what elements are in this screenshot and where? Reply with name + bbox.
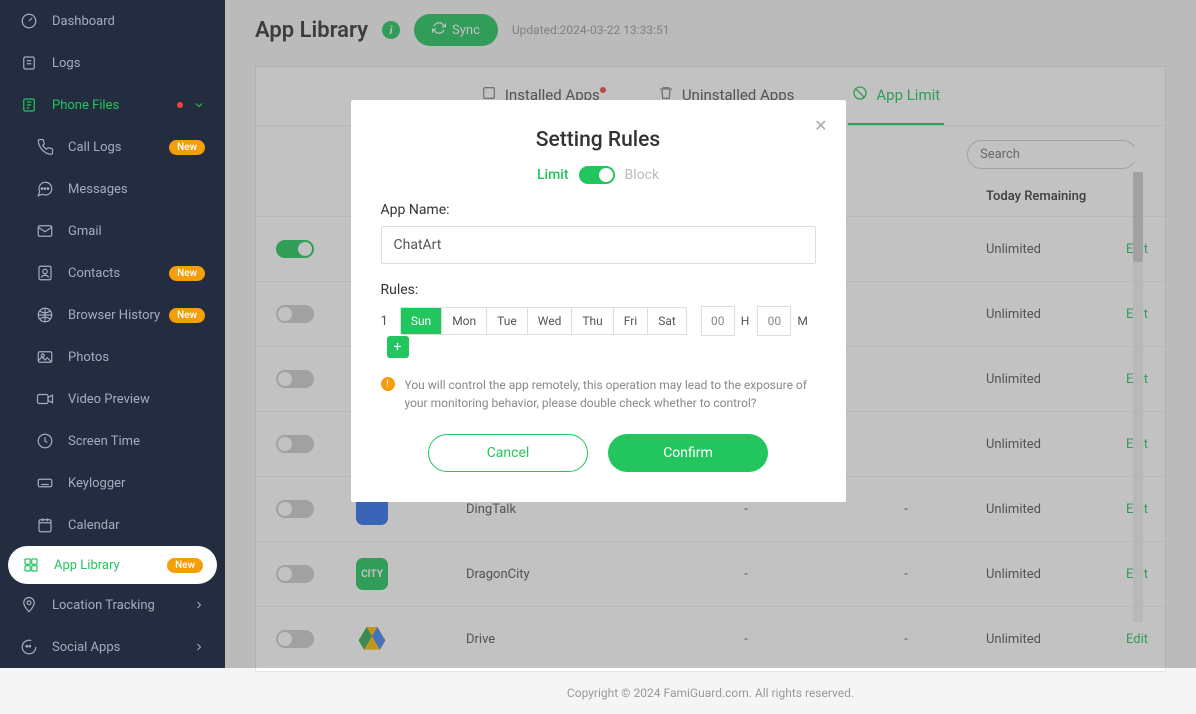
logs-icon: [20, 54, 38, 72]
day-thu[interactable]: Thu: [572, 308, 613, 334]
sidebar-item-call-logs[interactable]: Call LogsNew: [0, 126, 225, 168]
new-badge: New: [167, 558, 203, 573]
screentime-icon: [36, 432, 54, 450]
plus-icon: +: [394, 339, 402, 355]
sidebar-item-phone-files[interactable]: Phone Files: [0, 84, 225, 126]
mode-toggle-row: Limit Block: [381, 166, 816, 184]
sidebar-item-label: Photos: [68, 350, 205, 365]
sidebar-item-logs[interactable]: Logs: [0, 42, 225, 84]
sidebar: DashboardLogsPhone FilesCall LogsNewMess…: [0, 0, 225, 668]
sidebar-item-label: Messages: [68, 182, 205, 197]
sidebar-item-app-library[interactable]: App LibraryNew: [8, 546, 217, 584]
sidebar-item-screen-time[interactable]: Screen Time: [0, 420, 225, 462]
applib-icon: [22, 556, 40, 574]
new-badge: New: [169, 308, 205, 323]
sidebar-item-label: Video Preview: [68, 392, 205, 407]
setting-rules-modal: ✕ Setting Rules Limit Block App Name: Ru…: [351, 100, 846, 502]
keylogger-icon: [36, 474, 54, 492]
modal-title: Setting Rules: [381, 128, 816, 152]
messages-icon: [36, 180, 54, 198]
sidebar-item-dashboard[interactable]: Dashboard: [0, 0, 225, 42]
sidebar-item-label: Keylogger: [68, 476, 205, 491]
warning-text: You will control the app remotely, this …: [405, 376, 816, 412]
hour-input[interactable]: [701, 306, 735, 336]
day-wed[interactable]: Wed: [528, 308, 573, 334]
contacts-icon: [36, 264, 54, 282]
day-sun[interactable]: Sun: [401, 308, 442, 334]
warning-icon: !: [381, 377, 395, 391]
sidebar-item-label: Dashboard: [52, 14, 205, 29]
modal-buttons: Cancel Confirm: [381, 434, 816, 472]
minute-label: M: [797, 314, 807, 328]
location-icon: [20, 596, 38, 614]
close-button[interactable]: ✕: [814, 116, 827, 135]
rule-number: 1: [381, 314, 388, 329]
footer: Copyright © 2024 FamiGuard.com. All righ…: [255, 672, 1166, 714]
sidebar-item-gmail[interactable]: Gmail: [0, 210, 225, 252]
day-selector: SunMonTueWedThuFriSat: [400, 307, 687, 335]
minute-input[interactable]: [757, 306, 791, 336]
browser-icon: [36, 306, 54, 324]
close-icon: ✕: [814, 116, 827, 135]
day-sat[interactable]: Sat: [648, 308, 686, 334]
rules-row: 1 SunMonTueWedThuFriSat H M +: [381, 306, 816, 358]
warning-message: ! You will control the app remotely, thi…: [381, 376, 816, 412]
sidebar-item-label: Social Apps: [52, 640, 187, 655]
sidebar-item-label: Browser History: [68, 308, 169, 323]
mode-block-label: Block: [625, 167, 660, 183]
sidebar-item-browser-history[interactable]: Browser HistoryNew: [0, 294, 225, 336]
video-icon: [36, 390, 54, 408]
sidebar-item-label: Contacts: [68, 266, 169, 281]
sidebar-item-video-preview[interactable]: Video Preview: [0, 378, 225, 420]
red-dot-icon: [177, 102, 183, 108]
gmail-icon: [36, 222, 54, 240]
chevron-down-icon: [193, 99, 205, 111]
social-icon: [20, 638, 38, 656]
sidebar-item-keylogger[interactable]: Keylogger: [0, 462, 225, 504]
dashboard-icon: [20, 12, 38, 30]
sidebar-item-label: Gmail: [68, 224, 205, 239]
chevron-right-icon: [193, 599, 205, 611]
hour-label: H: [741, 314, 750, 328]
rules-label: Rules:: [381, 282, 816, 298]
sidebar-item-label: Phone Files: [52, 98, 177, 113]
day-fri[interactable]: Fri: [614, 308, 648, 334]
call-icon: [36, 138, 54, 156]
sidebar-item-label: Calendar: [68, 518, 205, 533]
sidebar-item-label: App Library: [54, 558, 167, 573]
chevron-right-icon: [193, 641, 205, 653]
sidebar-item-calendar[interactable]: Calendar: [0, 504, 225, 546]
app-name-input[interactable]: [381, 226, 816, 264]
sidebar-item-label: Location Tracking: [52, 598, 187, 613]
mode-switch[interactable]: [579, 166, 615, 184]
add-rule-button[interactable]: +: [387, 336, 409, 358]
sidebar-item-label: Call Logs: [68, 140, 169, 155]
mode-limit-label: Limit: [537, 167, 569, 183]
confirm-button[interactable]: Confirm: [608, 434, 768, 472]
app-name-label: App Name:: [381, 202, 816, 218]
day-tue[interactable]: Tue: [487, 308, 528, 334]
sidebar-item-messages[interactable]: Messages: [0, 168, 225, 210]
day-mon[interactable]: Mon: [442, 308, 487, 334]
sidebar-item-contacts[interactable]: ContactsNew: [0, 252, 225, 294]
new-badge: New: [169, 266, 205, 281]
sidebar-item-location-tracking[interactable]: Location Tracking: [0, 584, 225, 626]
sidebar-item-social-apps[interactable]: Social Apps: [0, 626, 225, 668]
calendar-icon: [36, 516, 54, 534]
sidebar-item-photos[interactable]: Photos: [0, 336, 225, 378]
new-badge: New: [169, 140, 205, 155]
sidebar-item-label: Logs: [52, 56, 205, 71]
phone-files-icon: [20, 96, 38, 114]
photos-icon: [36, 348, 54, 366]
sidebar-item-label: Screen Time: [68, 434, 205, 449]
cancel-button[interactable]: Cancel: [428, 434, 588, 472]
